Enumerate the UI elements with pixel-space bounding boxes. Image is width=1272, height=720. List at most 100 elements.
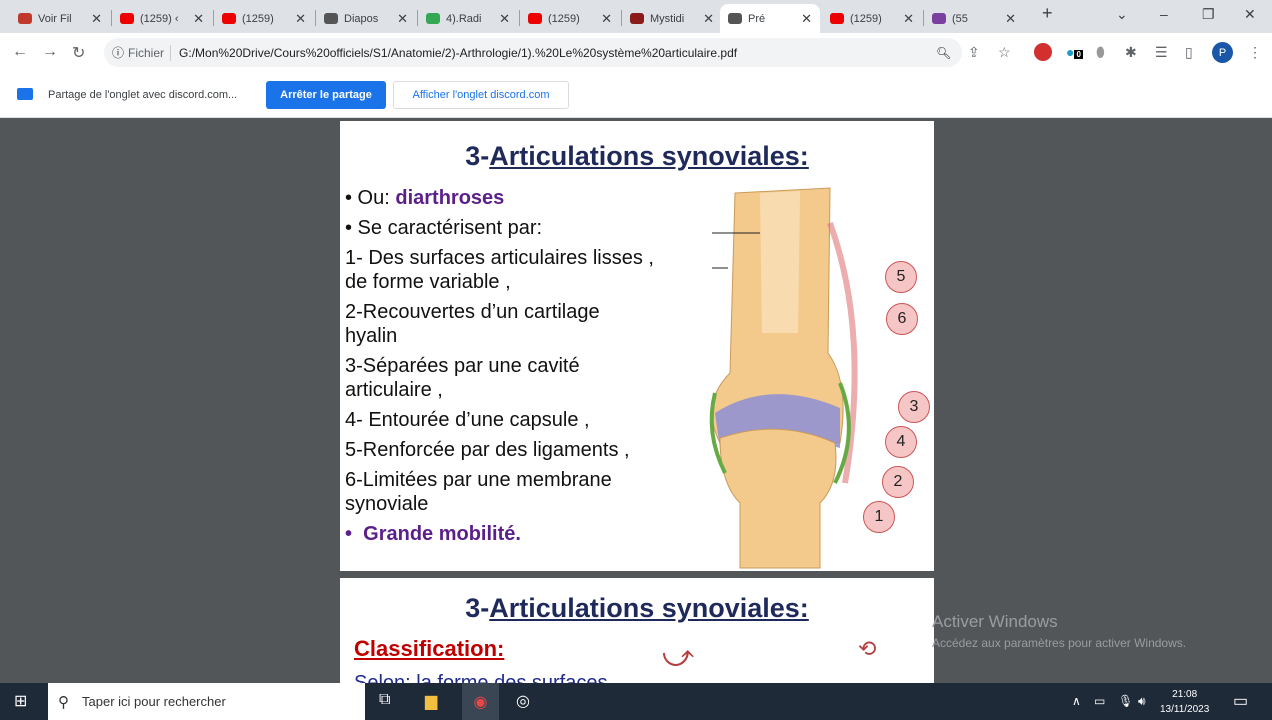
tab[interactable]: (1259) ✕	[214, 4, 314, 33]
tab-label: Mystidi	[650, 12, 685, 25]
share-icon[interactable]: ⇪	[968, 44, 980, 61]
scheme-label: Fichier	[128, 45, 165, 60]
tab[interactable]: Pré ✕	[720, 4, 820, 33]
tab-label: (1259)	[242, 12, 274, 25]
tab-search-icon[interactable]: ⌄	[1116, 6, 1128, 23]
extension-icon[interactable]: ● 0	[1066, 44, 1083, 60]
reload-button[interactable]: ↻	[72, 43, 85, 63]
profile-avatar[interactable]: P	[1212, 42, 1233, 63]
search-placeholder: Taper ici pour rechercher	[82, 694, 226, 709]
tab[interactable]: 4).Radi ✕	[418, 4, 518, 33]
menu-icon[interactable]: ⋮	[1248, 44, 1262, 61]
pdf-page-1: 3-Articulations synoviales: • Ou: diarth…	[340, 121, 934, 571]
close-tab-icon[interactable]: ✕	[903, 11, 914, 27]
side-panel-icon[interactable]: ▯	[1185, 44, 1193, 61]
show-hidden-icons[interactable]: ∧	[1072, 694, 1081, 708]
diagram-label: 5	[885, 261, 917, 293]
tab[interactable]: (55 ✕	[924, 4, 1024, 33]
bookmark-star-icon[interactable]: ☆	[998, 44, 1011, 61]
new-tab-button[interactable]: +	[1042, 3, 1053, 24]
bullet-mobility: • Grande mobilité.	[345, 523, 521, 545]
sharing-text: Partage de l'onglet avec discord.com...	[48, 89, 238, 101]
show-tab-button[interactable]: Afficher l'onglet discord.com	[393, 81, 569, 109]
tab[interactable]: Mystidi ✕	[622, 4, 722, 33]
item-2: 2-Recouvertes d’un cartilage	[345, 301, 600, 323]
close-tab-icon[interactable]: ✕	[801, 11, 812, 27]
close-tab-icon[interactable]: ✕	[601, 11, 612, 27]
chrome-icon[interactable]: ◉	[462, 683, 499, 720]
toolbar: ← → ↻ ⓘ Fichier G:/Mon%20Drive/Cours%20o…	[0, 33, 1272, 72]
tab-label: Diapos	[344, 12, 379, 25]
task-view-icon[interactable]: ⧉	[379, 691, 390, 709]
tab-favicon-icon	[222, 13, 236, 24]
item-6-cont: synoviale	[345, 493, 429, 515]
item-2-cont: hyalin	[345, 325, 398, 347]
diagram-label: 3	[898, 391, 930, 423]
microphone-icon[interactable]: 🎙︎	[1118, 694, 1133, 708]
diagram-label: 2	[882, 466, 914, 498]
tab-favicon-icon	[630, 13, 644, 24]
pdf-page-2: 3-Articulations synoviales: Classificati…	[340, 578, 934, 683]
search-icon: ⚲	[58, 693, 69, 711]
adblock-icon[interactable]	[1034, 43, 1052, 61]
tab-favicon-icon	[18, 13, 32, 24]
diagram-label: 6	[886, 303, 918, 335]
activation-watermark: Activer Windows	[932, 612, 1058, 631]
taskbar: ⊞ ⚲ Taper ici pour rechercher ⧉ ▆ ◉ ◎ ∧ …	[0, 683, 1272, 720]
taskbar-search[interactable]: ⚲ Taper ici pour rechercher	[48, 683, 365, 720]
close-tab-icon[interactable]: ✕	[193, 11, 204, 27]
item-3-cont: articulaire ,	[345, 379, 443, 401]
close-window-button[interactable]: ✕	[1244, 6, 1256, 23]
tab-label: (1259)	[850, 12, 882, 25]
stop-sharing-button[interactable]: Arrêter le partage	[266, 81, 386, 109]
close-tab-icon[interactable]: ✕	[397, 11, 408, 27]
url-text[interactable]: G:/Mon%20Drive/Cours%20officiels/S1/Anat…	[179, 46, 737, 60]
clock[interactable]: 21:08 13/11/2023	[1160, 687, 1209, 717]
activation-watermark-sub: Accédez aux paramètres pour activer Wind…	[932, 636, 1187, 650]
restore-button[interactable]: ❐	[1202, 6, 1215, 23]
tab-strip: Voir Fil ✕ (1259) ‹ ✕ (1259) ✕ Diapos ✕ 4).Radi ✕…	[0, 0, 1272, 33]
forward-button[interactable]: →	[42, 43, 58, 61]
tab[interactable]: (1259) ✕	[822, 4, 922, 33]
extensions-puzzle-icon[interactable]: ✱	[1125, 44, 1137, 61]
tab[interactable]: Diapos ✕	[316, 4, 416, 33]
item-4: 4- Entourée d’une capsule ,	[345, 409, 590, 431]
address-bar[interactable]: ⓘ Fichier G:/Mon%20Drive/Cours%20officie…	[104, 38, 962, 67]
close-tab-icon[interactable]: ✕	[91, 11, 102, 27]
close-tab-icon[interactable]: ✕	[703, 11, 714, 27]
tab-label: Voir Fil	[38, 12, 72, 25]
tab-favicon-icon	[426, 13, 440, 24]
divider	[170, 44, 172, 61]
item-5: 5-Renforcée par des ligaments ,	[345, 439, 630, 461]
close-tab-icon[interactable]: ✕	[1005, 11, 1016, 27]
rotation-arrow-icon: ⟲	[858, 636, 877, 661]
slide-title: 3-Articulations synoviales:	[465, 141, 809, 171]
tab[interactable]: (1259) ‹ ✕	[112, 4, 212, 33]
recorder-app-icon[interactable]: ◎	[516, 691, 530, 711]
network-icon[interactable]: ▭	[1094, 694, 1105, 708]
windows-start-icon[interactable]: ⊞	[14, 691, 27, 711]
classification-subtext: Selon: la forme des surfaces	[354, 672, 608, 683]
media-icon[interactable]: ☰	[1155, 44, 1168, 61]
volume-icon[interactable]: 🔊︎	[1138, 694, 1146, 709]
minimize-button[interactable]: –	[1160, 6, 1168, 22]
notifications-icon[interactable]: ▭	[1233, 691, 1248, 711]
close-tab-icon[interactable]: ✕	[499, 11, 510, 27]
tab-favicon-icon	[324, 13, 338, 24]
slide-title: 3-Articulations synoviales:	[465, 593, 809, 623]
tab-label: (55	[952, 12, 968, 25]
tab-label: 4).Radi	[446, 12, 482, 25]
tab[interactable]: (1259) ✕	[520, 4, 620, 33]
bullet-1: • Ou: diarthroses	[345, 187, 505, 209]
diagram-label: 1	[863, 501, 895, 533]
extension-shield-icon[interactable]: ⬮	[1096, 44, 1105, 61]
flexion-arrow-icon: ⤻	[662, 640, 695, 673]
diagram-label: 4	[885, 426, 917, 458]
file-explorer-icon[interactable]: ▆	[425, 691, 437, 711]
close-tab-icon[interactable]: ✕	[295, 11, 306, 27]
info-icon[interactable]: ⓘ	[112, 44, 124, 61]
item-1: 1- Des surfaces articulaires lisses ,	[345, 247, 654, 269]
zoom-icon[interactable]: 🔍︎	[936, 46, 951, 60]
back-button[interactable]: ←	[12, 43, 28, 61]
tab[interactable]: Voir Fil ✕	[10, 4, 110, 33]
